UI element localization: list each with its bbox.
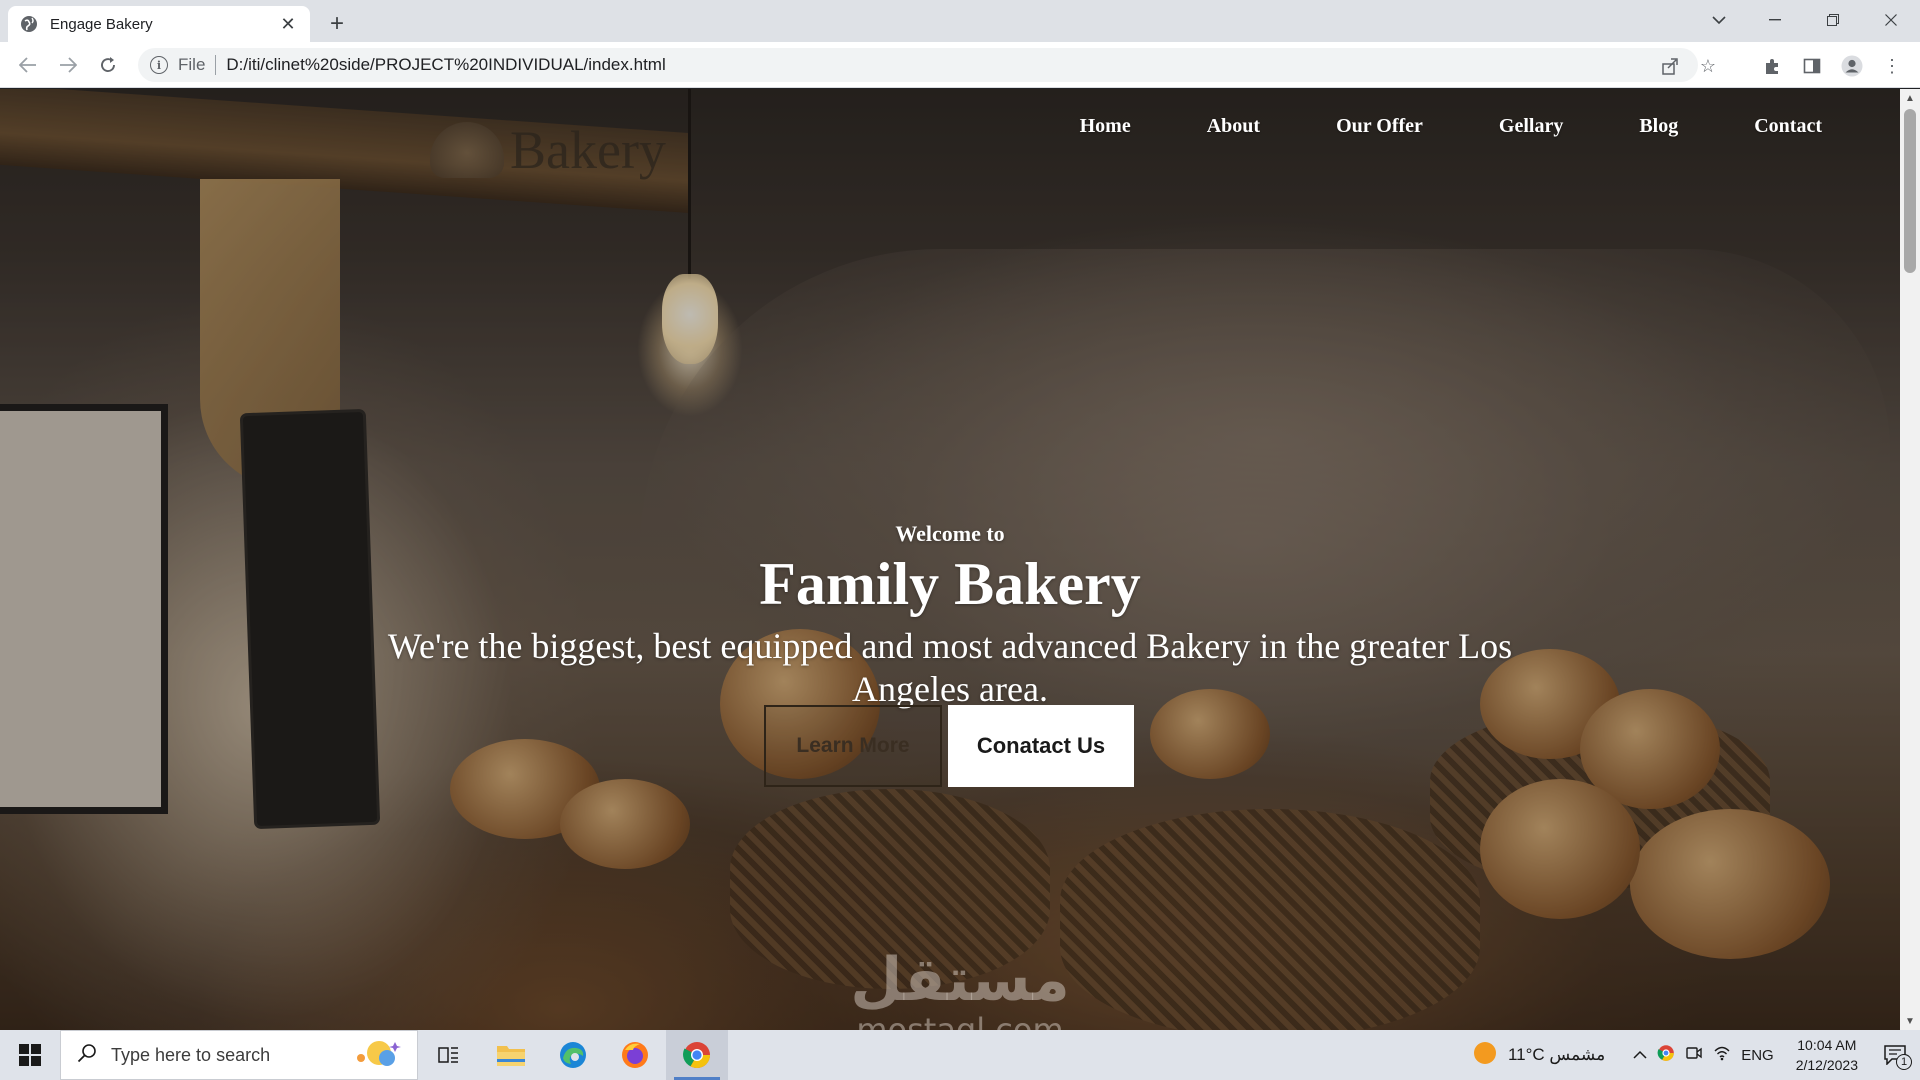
page-scrollbar[interactable]: ▲ ▼	[1900, 89, 1920, 1030]
clock-time: 10:04 AM	[1797, 1037, 1857, 1053]
browser-toolbar: i File D:/iti/clinet%20side/PROJECT%20IN…	[0, 42, 1920, 88]
tab-search-chevron-icon[interactable]	[1696, 0, 1742, 40]
nav-blog[interactable]: Blog	[1601, 115, 1716, 138]
minimize-button[interactable]	[1752, 0, 1798, 40]
url-separator	[215, 55, 217, 75]
task-view-icon[interactable]	[418, 1030, 480, 1080]
scroll-thumb[interactable]	[1904, 109, 1916, 273]
url-scheme: File	[178, 55, 206, 74]
watermark: مستقل mostaql.com	[840, 949, 1080, 1030]
hero-buttons: Learn More Conatact Us	[764, 705, 1134, 787]
notification-center-icon[interactable]: 1	[1880, 1040, 1912, 1070]
file-explorer-icon[interactable]	[480, 1030, 542, 1080]
bread-logo-icon	[430, 122, 504, 178]
taskbar-search-box[interactable]: Type here to search	[60, 1030, 418, 1080]
new-tab-button[interactable]: +	[322, 9, 352, 39]
hero-kicker: Welcome to	[895, 521, 1005, 546]
clock-date: 2/12/2023	[1795, 1057, 1858, 1073]
share-icon[interactable]	[1660, 56, 1680, 76]
watermark-arabic: مستقل	[850, 945, 1070, 1015]
nav-our-offer[interactable]: Our Offer	[1298, 115, 1461, 138]
show-hidden-icons-chevron-icon[interactable]	[1633, 1047, 1647, 1064]
tab-title: Engage Bakery	[50, 15, 153, 33]
forward-button[interactable]	[52, 49, 84, 81]
browser-tab[interactable]: Engage Bakery ✕	[8, 6, 310, 42]
search-highlight-icon	[349, 1036, 403, 1075]
hero-title: Family Bakery	[759, 551, 1141, 617]
address-bar[interactable]: i File D:/iti/clinet%20side/PROJECT%20IN…	[138, 48, 1716, 82]
watermark-latin: mostaql.com	[856, 1011, 1064, 1030]
main-nav: Home About Our Offer Gellary Blog Contac…	[1042, 115, 1860, 138]
url-text[interactable]: D:/iti/clinet%20side/PROJECT%20INDIVIDUA…	[226, 55, 665, 75]
edge-browser-icon[interactable]	[542, 1030, 604, 1080]
reload-button[interactable]	[92, 49, 124, 81]
site-logo[interactable]: Bakery	[430, 119, 666, 181]
chrome-tray-icon[interactable]	[1657, 1044, 1675, 1066]
page-viewport: Bakery Home About Our Offer Gellary Blog…	[0, 89, 1900, 1030]
scroll-down-arrow-icon[interactable]: ▼	[1900, 1012, 1920, 1030]
chrome-icon[interactable]	[666, 1030, 728, 1080]
globe-icon	[20, 15, 38, 33]
extensions-icon[interactable]	[1760, 54, 1784, 78]
weather-sun-icon[interactable]	[1472, 1040, 1498, 1070]
system-tray: 11°C مشمس ENG 10:04 AM 2/12/2023 1	[1472, 1030, 1920, 1080]
windows-taskbar: Type here to search 11°C مشمس ENG 10:04 …	[0, 1030, 1920, 1080]
meet-now-icon[interactable]	[1685, 1044, 1703, 1066]
restore-button[interactable]	[1810, 0, 1856, 40]
logo-text: Bakery	[510, 120, 666, 180]
search-icon	[77, 1043, 97, 1068]
nav-gallery[interactable]: Gellary	[1461, 115, 1601, 138]
notification-count-badge: 1	[1896, 1054, 1912, 1070]
tab-strip: Engage Bakery ✕ +	[0, 0, 1920, 42]
language-indicator[interactable]: ENG	[1741, 1047, 1774, 1064]
more-menu-icon[interactable]: ⋮	[1880, 54, 1904, 78]
windows-start-button[interactable]	[0, 1030, 60, 1080]
search-placeholder: Type here to search	[111, 1044, 271, 1065]
hero-section: Welcome to Family Bakery We're the bigge…	[0, 519, 1900, 711]
close-window-button[interactable]	[1868, 0, 1914, 40]
bookmark-star-icon[interactable]: ☆	[1698, 56, 1718, 76]
contact-us-button[interactable]: Conatact Us	[948, 705, 1134, 787]
scroll-up-arrow-icon[interactable]: ▲	[1900, 89, 1920, 107]
site-info-icon[interactable]: i	[150, 56, 168, 74]
nav-about[interactable]: About	[1169, 115, 1298, 138]
nav-contact[interactable]: Contact	[1716, 115, 1860, 138]
back-button[interactable]	[12, 49, 44, 81]
close-tab-icon[interactable]: ✕	[278, 14, 298, 34]
clock[interactable]: 10:04 AM 2/12/2023	[1796, 1035, 1858, 1075]
nav-home[interactable]: Home	[1042, 115, 1169, 138]
profile-avatar-icon[interactable]	[1840, 54, 1864, 78]
firefox-icon[interactable]	[604, 1030, 666, 1080]
learn-more-button[interactable]: Learn More	[764, 705, 942, 787]
weather-text[interactable]: 11°C مشمس	[1508, 1045, 1605, 1065]
hero-subtitle: We're the biggest, best equipped and mos…	[387, 626, 1513, 709]
side-panel-icon[interactable]	[1800, 54, 1824, 78]
wifi-icon[interactable]	[1713, 1045, 1731, 1065]
